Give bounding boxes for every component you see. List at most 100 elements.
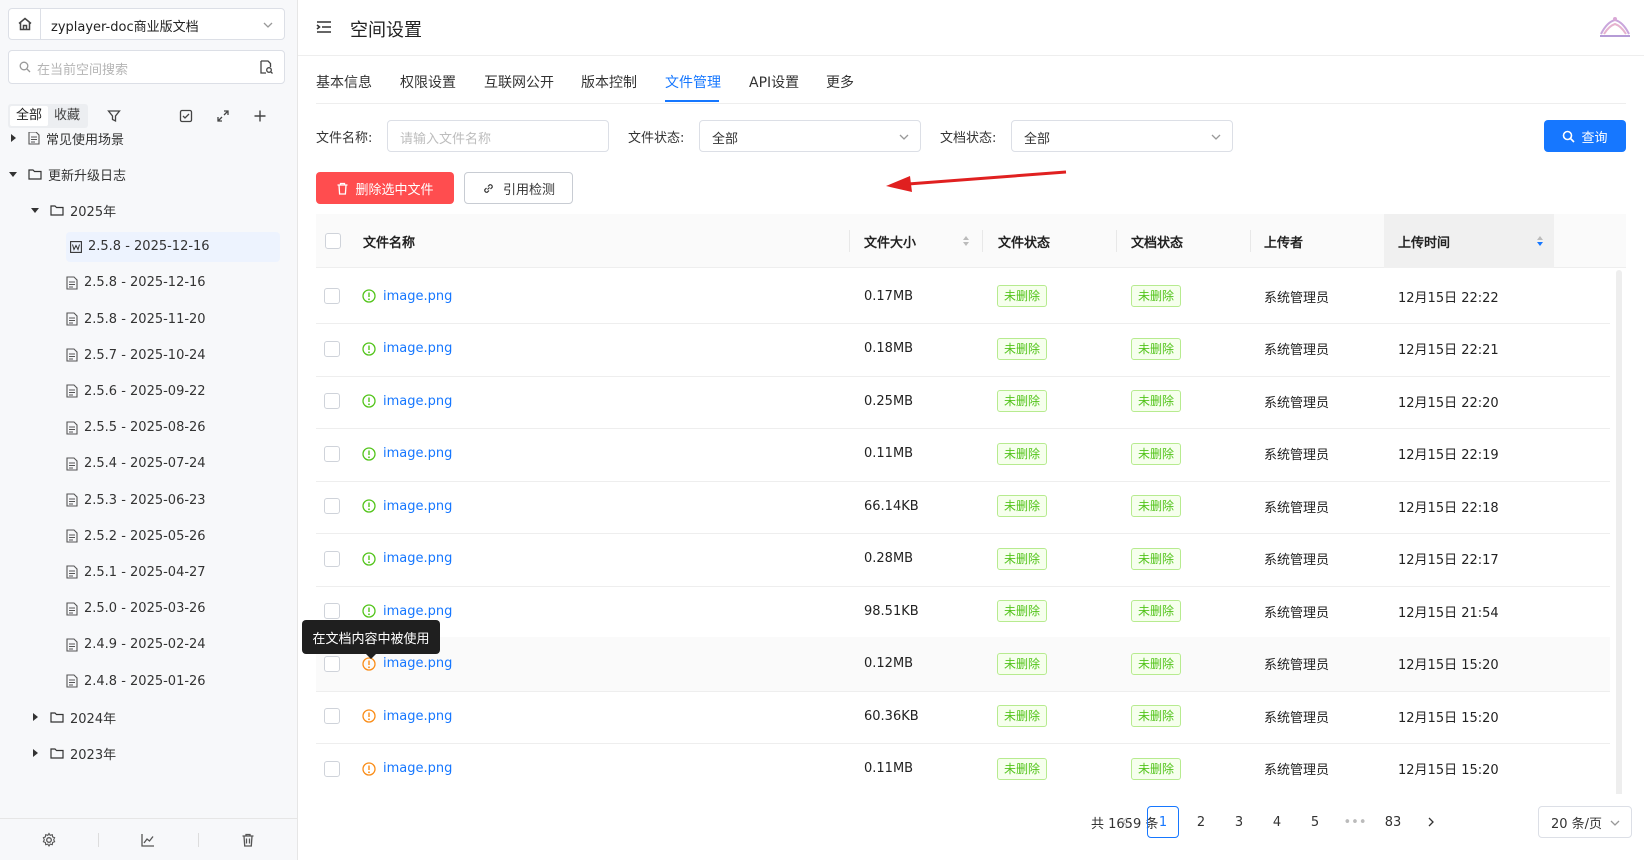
reference-ok-icon[interactable] xyxy=(362,394,376,408)
tree-item[interactable]: 2.4.9 - 2025-02-24 xyxy=(66,630,206,660)
caret-right-icon[interactable] xyxy=(28,713,42,722)
file-name-link[interactable]: image.png xyxy=(383,289,452,304)
home-icon[interactable] xyxy=(9,9,41,39)
select-all-checkbox[interactable] xyxy=(325,233,341,249)
row-checkbox[interactable] xyxy=(324,445,340,462)
doc-status-select[interactable]: 全部 xyxy=(1011,120,1233,152)
reference-used-icon[interactable] xyxy=(362,761,376,776)
tree-item[interactable]: 2.5.0 - 2025-03-26 xyxy=(66,594,206,624)
tab-item[interactable]: 版本控制 xyxy=(581,72,637,92)
next-page-button[interactable] xyxy=(1415,806,1447,838)
query-button[interactable]: 查询 xyxy=(1544,120,1626,152)
tab-item[interactable]: 更多 xyxy=(826,72,854,92)
table-row[interactable]: image.png 98.51KB 未删除 未删除 系统管理员 12月15日 21:54 xyxy=(316,584,1610,639)
table-scrollbar[interactable] xyxy=(1616,270,1622,794)
page-number[interactable]: 4 xyxy=(1261,806,1293,838)
row-checkbox[interactable] xyxy=(324,498,340,514)
file-name-input[interactable]: 请输入文件名称 xyxy=(387,120,609,152)
caret-down-icon[interactable] xyxy=(6,170,20,178)
file-name-link[interactable]: image.png xyxy=(383,709,452,724)
caret-right-icon[interactable] xyxy=(28,749,42,758)
tab-item[interactable]: 基本信息 xyxy=(316,72,372,92)
prev-page-button[interactable] xyxy=(1109,806,1141,838)
file-name-link[interactable]: image.png xyxy=(383,551,452,566)
row-checkbox[interactable] xyxy=(324,288,340,304)
table-row[interactable]: image.png 0.11MB 未删除 未删除 系统管理员 12月15日 22:19 xyxy=(316,427,1610,482)
row-select-cell[interactable] xyxy=(324,374,340,428)
tree-item[interactable]: 2.5.7 - 2025-10-24 xyxy=(66,340,206,370)
settings-icon[interactable] xyxy=(0,819,98,860)
page-number[interactable]: 3 xyxy=(1223,806,1255,838)
reference-ok-icon[interactable] xyxy=(362,499,376,513)
tab-item[interactable]: 互联网公开 xyxy=(484,72,554,92)
row-checkbox[interactable] xyxy=(324,340,340,357)
row-checkbox[interactable] xyxy=(324,550,340,567)
tree-item[interactable]: 2023年 xyxy=(28,738,116,768)
sort-desc-icon[interactable] xyxy=(1536,235,1544,247)
checkbox-select-icon[interactable] xyxy=(176,106,196,126)
file-name-link[interactable]: image.png xyxy=(383,499,452,514)
filter-icon[interactable] xyxy=(104,106,124,126)
table-row[interactable]: image.png 0.17MB 未删除 未删除 系统管理员 12月15日 22:22 xyxy=(316,269,1610,324)
table-row[interactable]: image.png 0.12MB 未删除 未删除 系统管理员 12月15日 15:20 xyxy=(316,636,1610,692)
row-select-cell[interactable] xyxy=(324,532,340,586)
tree-item[interactable]: 2.5.5 - 2025-08-26 xyxy=(66,413,206,443)
table-row[interactable]: image.png 66.14KB 未删除 未删除 系统管理员 12月15日 22:18 xyxy=(316,479,1610,534)
table-row[interactable]: image.png 0.11MB 未删除 未删除 系统管理员 12月15日 15:20 xyxy=(316,742,1610,795)
page-ellipsis[interactable]: ••• xyxy=(1339,806,1371,838)
tree-item[interactable]: 2.5.8 - 2025-12-16 xyxy=(66,231,280,262)
row-checkbox[interactable] xyxy=(324,760,340,777)
trash-icon[interactable] xyxy=(199,819,297,860)
caret-down-icon[interactable] xyxy=(28,206,42,214)
tab-item[interactable]: 权限设置 xyxy=(400,72,456,92)
row-checkbox[interactable] xyxy=(324,655,340,672)
reference-used-icon[interactable] xyxy=(362,709,376,723)
tree-item[interactable]: 2.5.8 - 2025-11-20 xyxy=(66,304,206,334)
tree-item[interactable]: 2.4.8 - 2025-01-26 xyxy=(66,666,206,696)
page-number[interactable]: 5 xyxy=(1299,806,1331,838)
row-checkbox[interactable] xyxy=(324,603,340,619)
tree-item[interactable]: 更新升级日志 xyxy=(6,159,126,189)
tree-item[interactable]: 2.5.4 - 2025-07-24 xyxy=(66,449,206,479)
caret-right-icon[interactable] xyxy=(6,134,20,142)
space-selector[interactable]: zyplayer-doc商业版文档 xyxy=(8,8,285,40)
reference-ok-icon[interactable] xyxy=(362,289,376,303)
delete-selected-button[interactable]: 删除选中文件 xyxy=(316,172,454,204)
tree-item[interactable]: 2.5.8 - 2025-12-16 xyxy=(66,268,206,298)
tree-item[interactable]: 2.5.1 - 2025-04-27 xyxy=(66,557,206,587)
filter-favorites[interactable]: 收藏 xyxy=(48,106,86,126)
file-name-link[interactable]: image.png xyxy=(383,394,452,409)
filter-all[interactable]: 全部 xyxy=(10,106,49,126)
tab-item[interactable]: API设置 xyxy=(749,72,799,92)
table-row[interactable]: image.png 60.36KB 未删除 未删除 系统管理员 12月15日 15:20 xyxy=(316,689,1610,744)
file-name-link[interactable]: image.png xyxy=(383,341,452,356)
stats-chart-icon[interactable] xyxy=(99,819,197,860)
file-name-link[interactable]: image.png xyxy=(383,446,452,461)
tree-item[interactable]: 2.5.2 - 2025-05-26 xyxy=(66,521,206,551)
row-select-cell[interactable] xyxy=(324,269,340,323)
file-search-icon[interactable] xyxy=(258,59,274,75)
row-select-cell[interactable] xyxy=(324,742,340,795)
row-checkbox[interactable] xyxy=(324,708,340,724)
tree-item[interactable]: 2.5.3 - 2025-06-23 xyxy=(66,485,206,515)
tree-item[interactable]: 2024年 xyxy=(28,702,116,732)
tab-item[interactable]: 文件管理 xyxy=(665,72,721,92)
tree-item[interactable]: 2.5.6 - 2025-09-22 xyxy=(66,376,206,406)
row-checkbox[interactable] xyxy=(324,393,340,409)
reference-ok-icon[interactable] xyxy=(362,551,376,566)
add-icon[interactable] xyxy=(250,106,270,126)
page-number[interactable]: 2 xyxy=(1185,806,1217,838)
page-size-select[interactable]: 20 条/页 xyxy=(1538,806,1632,838)
table-row[interactable]: image.png 0.25MB 未删除 未删除 系统管理员 12月15日 22:20 xyxy=(316,374,1610,429)
tree-item[interactable]: 常见使用场景 xyxy=(6,132,124,153)
reference-ok-icon[interactable] xyxy=(362,604,376,618)
table-row[interactable]: image.png 0.18MB 未删除 未删除 系统管理员 12月15日 22:21 xyxy=(316,322,1610,377)
col-file-size[interactable]: 文件大小 xyxy=(864,214,980,268)
sort-icon[interactable] xyxy=(962,235,970,247)
row-select-cell[interactable] xyxy=(324,427,340,481)
menu-fold-icon[interactable] xyxy=(316,20,332,34)
file-status-select[interactable]: 全部 xyxy=(699,120,921,152)
reference-check-button[interactable]: 引用检测 xyxy=(464,172,573,204)
space-search-input[interactable]: 在当前空间搜索 xyxy=(8,50,285,84)
page-number[interactable]: 83 xyxy=(1377,806,1409,838)
